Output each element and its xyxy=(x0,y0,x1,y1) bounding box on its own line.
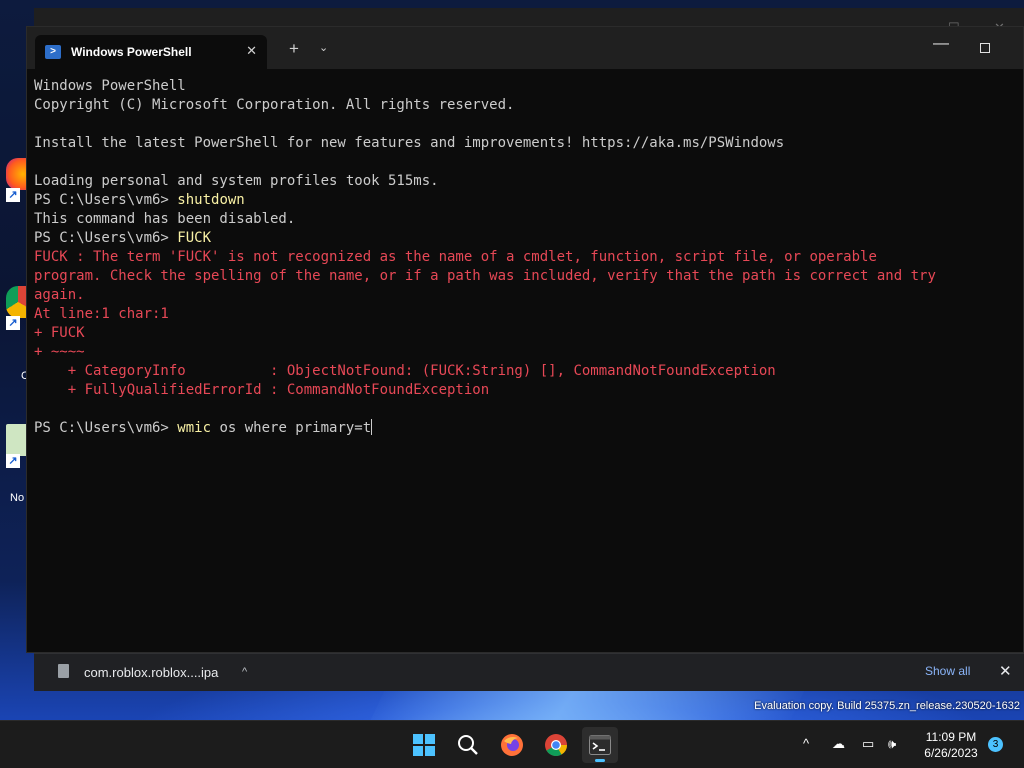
error-line: + FullyQualifiedErrorId : CommandNotFoun… xyxy=(34,382,490,398)
error-line: + ~~~~ xyxy=(34,344,85,360)
command-args: os where primary=t xyxy=(211,420,372,436)
clock-date: 6/26/2023 xyxy=(924,746,978,760)
error-line: program. Check the spelling of the name,… xyxy=(34,268,936,284)
error-line: + FUCK xyxy=(34,325,85,341)
chevron-up-icon[interactable]: ^ xyxy=(242,666,247,678)
minimize-button[interactable]: — xyxy=(933,35,949,53)
system-clock[interactable]: 11:09 PM 6/26/2023 xyxy=(916,729,986,761)
powershell-window[interactable]: > Windows PowerShell ✕ + ⌄ — Windows Pow… xyxy=(26,26,1024,653)
tab-close-button[interactable]: ✕ xyxy=(246,43,257,59)
search-icon xyxy=(458,735,478,755)
shortcut-arrow-icon: ↗ xyxy=(6,454,20,468)
error-line: At line:1 char:1 xyxy=(34,306,169,322)
notification-badge[interactable]: 3 xyxy=(988,737,1003,752)
output-line: Loading personal and system profiles too… xyxy=(34,173,439,189)
file-icon xyxy=(58,664,69,678)
onedrive-offline-icon[interactable]: ☁ xyxy=(832,736,845,752)
show-hidden-icons-chevron-icon[interactable]: ^ xyxy=(803,736,809,751)
evaluation-watermark: Evaluation copy. Build 25375.zn_release.… xyxy=(754,700,1020,712)
shortcut-arrow-icon: ↗ xyxy=(6,188,20,202)
firefox-icon xyxy=(501,734,523,756)
clock-time: 11:09 PM xyxy=(925,730,977,744)
prompt-line: PS C:\Users\vm6> FUCK xyxy=(34,229,1019,248)
download-item[interactable]: com.roblox.roblox....ipa xyxy=(84,665,218,680)
terminal-icon xyxy=(589,735,611,755)
output-line: Windows PowerShell xyxy=(34,78,186,94)
start-button[interactable] xyxy=(406,727,442,763)
error-line: again. xyxy=(34,287,85,303)
chrome-icon xyxy=(545,734,567,756)
tab-windows-powershell[interactable]: > Windows PowerShell ✕ xyxy=(35,35,267,69)
maximize-button[interactable] xyxy=(980,43,990,53)
download-bar: com.roblox.roblox....ipa ^ Show all ✕ xyxy=(34,653,1024,691)
windows-logo-icon xyxy=(413,734,435,756)
output-line: Copyright (C) Microsoft Corporation. All… xyxy=(34,97,515,113)
desktop-icon-label: No xyxy=(10,492,25,504)
close-download-bar-button[interactable]: ✕ xyxy=(999,662,1012,680)
powershell-icon: > xyxy=(45,45,61,59)
terminal-button[interactable] xyxy=(582,727,618,763)
command-text: wmic xyxy=(177,420,212,436)
taskbar: ^ ☁ ▭ 🕪 11:09 PM 6/26/2023 3 xyxy=(0,720,1024,768)
command-text: shutdown xyxy=(177,192,245,208)
volume-icon[interactable]: 🕪 xyxy=(888,736,896,752)
prompt-text: PS C:\Users\vm6> xyxy=(34,420,178,436)
prompt-line: PS C:\Users\vm6> wmic os where primary=t xyxy=(34,419,1019,438)
firefox-button[interactable] xyxy=(494,727,530,763)
new-tab-button[interactable]: + xyxy=(289,39,299,59)
text-cursor xyxy=(371,419,373,435)
prompt-text: PS C:\Users\vm6> xyxy=(34,192,178,208)
network-icon[interactable]: ▭ xyxy=(862,736,874,752)
show-all-button[interactable]: Show all xyxy=(925,664,970,678)
tab-title: Windows PowerShell xyxy=(71,45,192,59)
output-line: This command has been disabled. xyxy=(34,211,296,227)
prompt-line: PS C:\Users\vm6> shutdown xyxy=(34,191,1019,210)
chrome-button[interactable] xyxy=(538,727,574,763)
console-output[interactable]: Windows PowerShell Copyright (C) Microsof… xyxy=(34,77,1019,647)
error-line: + CategoryInfo : ObjectNotFound: (FUCK:S… xyxy=(34,363,776,379)
output-line: Install the latest PowerShell for new fe… xyxy=(34,135,785,151)
error-line: FUCK : The term 'FUCK' is not recognized… xyxy=(34,249,877,265)
title-bar[interactable]: > Windows PowerShell ✕ + ⌄ — xyxy=(27,27,1023,69)
command-text: FUCK xyxy=(177,230,212,246)
shortcut-arrow-icon: ↗ xyxy=(6,316,20,330)
prompt-text: PS C:\Users\vm6> xyxy=(34,230,178,246)
search-button[interactable] xyxy=(450,727,486,763)
tab-dropdown-button[interactable]: ⌄ xyxy=(319,41,328,54)
